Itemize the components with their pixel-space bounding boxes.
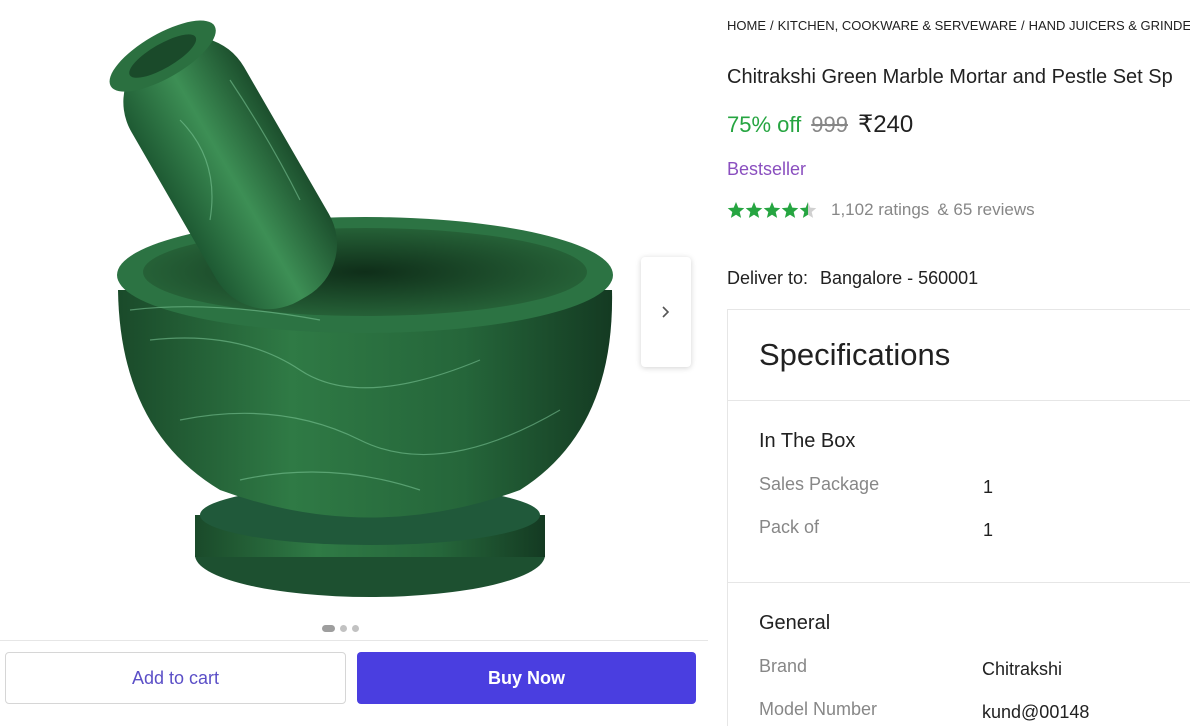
stars-icon [727,202,817,218]
gallery-dots [322,625,359,632]
delivery-location[interactable]: Deliver to: Bangalore - 560001 [727,268,978,289]
breadcrumb: HOME / KITCHEN, COOKWARE & SERVEWARE / HAND … [727,18,1190,33]
spec-key: Brand [759,656,808,676]
image-gallery: Add to cart Buy Now [0,0,710,726]
product-image[interactable] [60,0,640,620]
rating-row[interactable]: 1,102 ratings & 65 reviews [727,200,1035,220]
product-details: HOME / KITCHEN, COOKWARE & SERVEWARE / HAND … [727,0,1190,726]
breadcrumb-home[interactable]: HOME [727,18,766,33]
divider [728,582,1190,583]
discount-label: 75% off [727,112,802,137]
deliver-pincode: Bangalore - 560001 [820,268,979,288]
specifications-panel: Specifications In The Box Sales Package … [727,309,1190,726]
next-image-button[interactable] [641,257,691,367]
star-rating [727,200,821,220]
spec-key: Sales Package [759,474,880,494]
spec-key: Model Number [759,699,878,719]
mrp-price: 999 [811,112,848,137]
gallery-dot[interactable] [340,625,347,632]
divider [0,640,708,641]
chevron-right-icon [662,306,670,318]
buy-now-button[interactable]: Buy Now [357,652,696,704]
bestseller-badge: Bestseller [727,159,807,179]
breadcrumb-juicers[interactable]: HAND JUICERS & GRINDERS [1029,18,1190,33]
specifications-title: Specifications [759,337,951,372]
selling-price: ₹240 [857,111,914,138]
price-row: 75% off 999 ₹240 [727,110,913,139]
reviews-count: & 65 reviews [937,200,1035,219]
add-to-cart-button[interactable]: Add to cart [5,652,346,704]
spec-key: Pack of [759,517,820,537]
ratings-count: 1,102 ratings [831,200,930,219]
breadcrumb-kitchen[interactable]: KITCHEN, COOKWARE & SERVEWARE [778,18,1017,33]
spec-value: kund@00148 [982,702,1090,722]
spec-value: 1 [983,477,994,497]
specifications-header: Specifications [728,310,1190,401]
spec-value: Chitrakshi [982,659,1063,679]
product-title: Chitrakshi Green Marble Mortar and Pestl… [727,66,1173,88]
spec-value: 1 [983,520,994,540]
deliver-label: Deliver to: [727,268,809,288]
breadcrumb-separator: / [1020,18,1025,33]
gallery-dot[interactable] [322,625,335,632]
spec-group-title: General [759,612,831,634]
spec-group-title: In The Box [759,430,856,452]
gallery-dot[interactable] [352,625,359,632]
breadcrumb-separator: / [770,18,774,33]
